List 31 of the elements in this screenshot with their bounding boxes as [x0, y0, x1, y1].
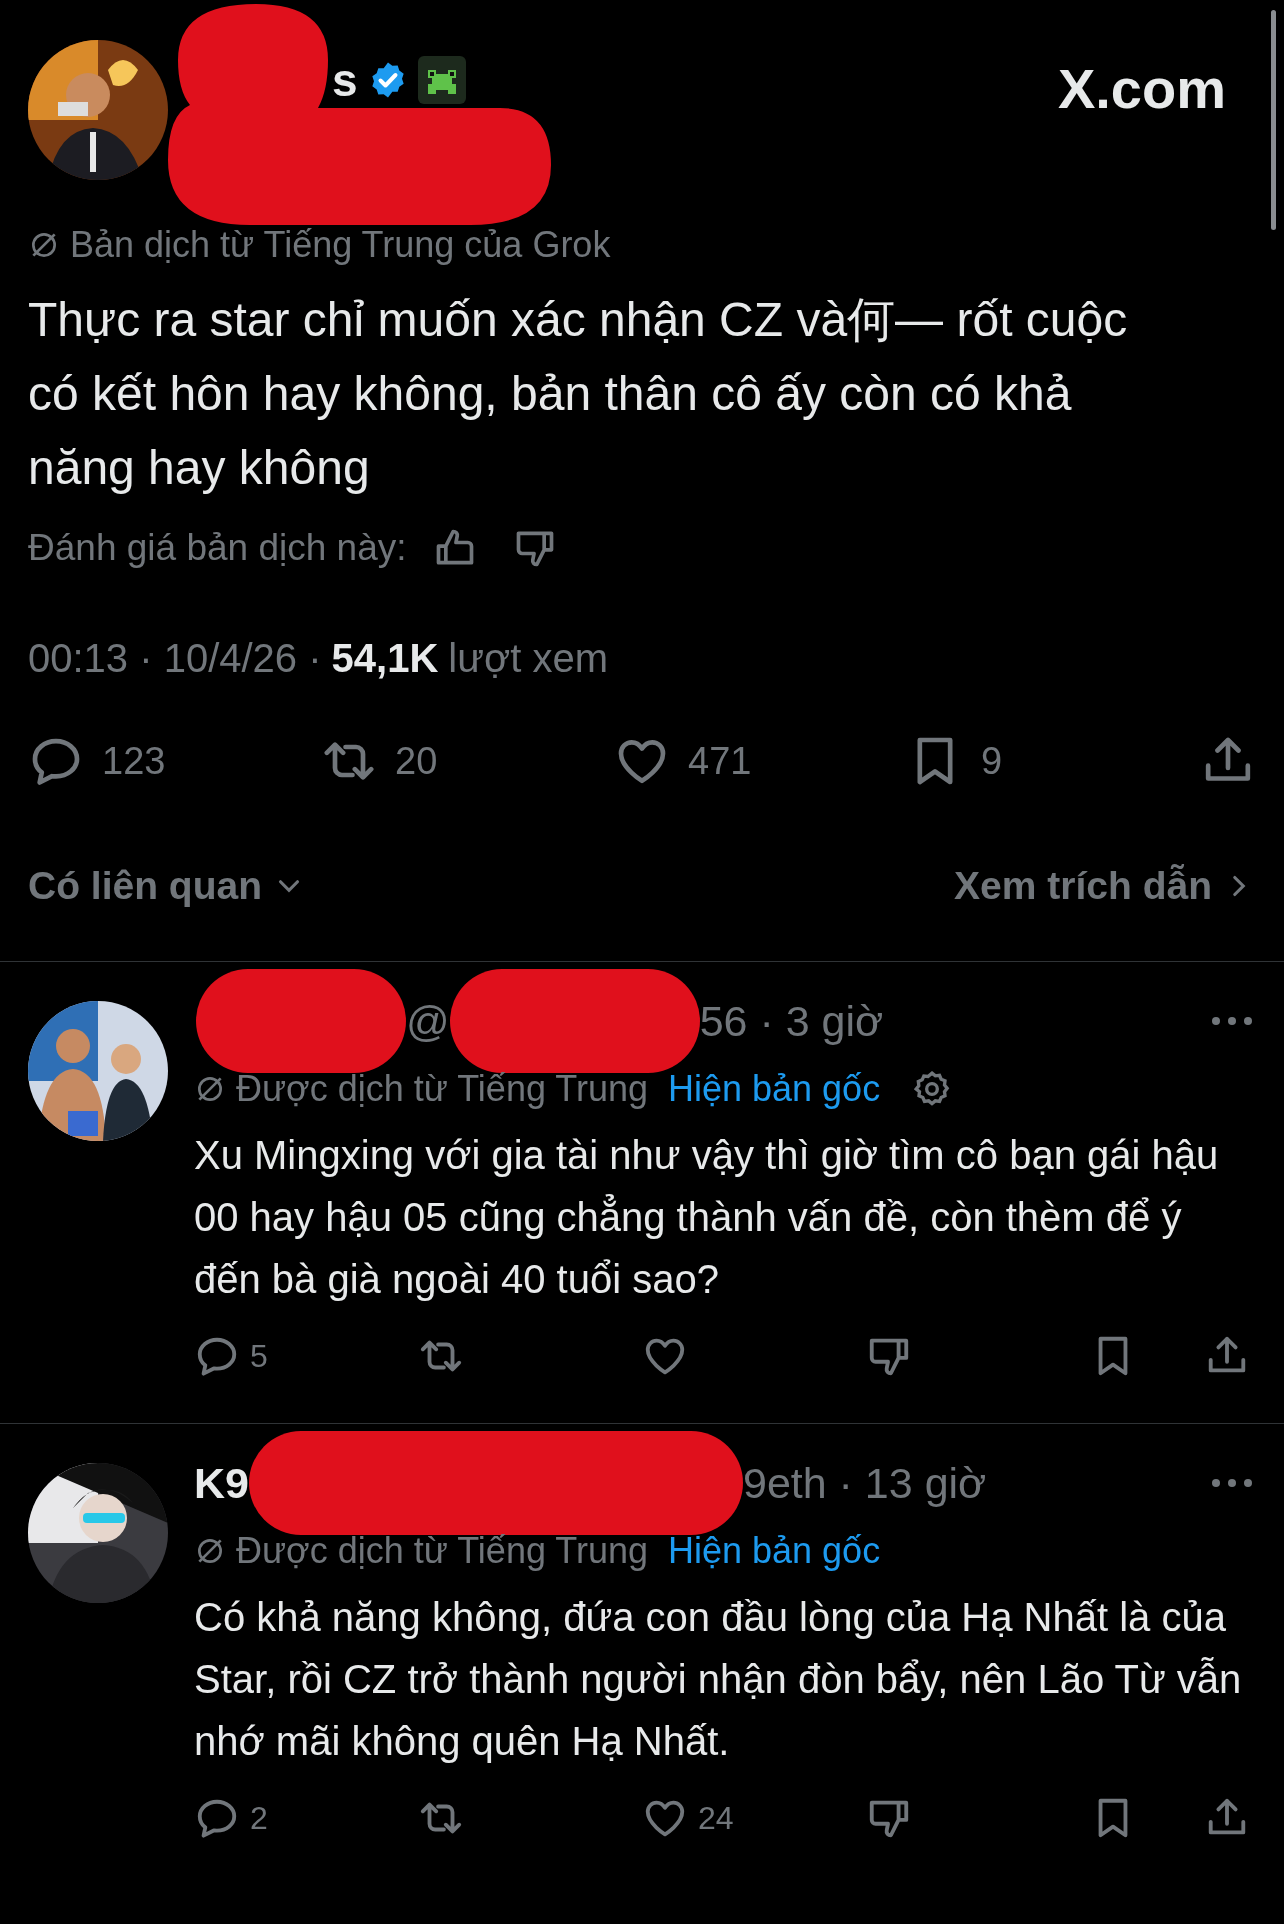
view-quotes-link[interactable]: Xem trích dẫn — [954, 864, 1212, 908]
reply-meta: 56 · 3 giờ — [699, 996, 884, 1046]
rate-translation-label: Đánh giá bản dịch này: — [28, 527, 407, 569]
action-count: 20 — [395, 739, 438, 783]
more-icon[interactable] — [1210, 1477, 1254, 1489]
reply-text: Có khả năng không, đứa con đầu lòng của Hạ Nhất là của Star, rồi CZ trở thành người nhận đòn bẩy, nên Lão Từ vẫn nhớ mãi không quên Hạ Nhất. — [194, 1594, 1243, 1765]
author-name: K9 — [194, 1458, 249, 1508]
action-count: 9 — [981, 739, 1003, 783]
reply-meta: 9eth · 13 giờ — [742, 1458, 987, 1508]
account-name: s — [332, 53, 358, 107]
translation-label: Được dịch từ Tiếng Trung — [236, 1530, 648, 1572]
action-count: 2 — [250, 1799, 268, 1837]
related-tab[interactable]: Có liên quan — [28, 864, 262, 908]
view-count: 54,1K — [331, 635, 439, 681]
handle-text: @ — [406, 996, 450, 1046]
show-original-link[interactable]: Hiện bản gốc — [668, 1530, 881, 1572]
post-text: Thực ra star chỉ muốn xác nhận CZ và何— rốt cuộc có kết hôn hay không, bản thân cô ấy còn có khả năng hay không — [28, 292, 1129, 496]
post-timestamp: 00:13 · 10/4/26 · — [28, 635, 322, 681]
action-count: 471 — [688, 739, 752, 783]
scrollbar[interactable] — [1271, 10, 1276, 230]
action-count: 24 — [698, 1799, 734, 1837]
views-label: lượt xem — [448, 635, 608, 681]
site-watermark-text: X.com — [1057, 56, 1226, 116]
action-count: 123 — [102, 739, 166, 783]
show-original-link[interactable]: Hiện bản gốc — [668, 1068, 881, 1110]
action-count: 5 — [250, 1337, 268, 1375]
reply-text: Xu Mingxing với gia tài như vậy thì giờ tìm cô bạn gái hậu 00 hay hậu 05 cũng chẳng thành vấn đề, còn thèm để ý đến bà già ngoài 40 tuổi sao? — [194, 1132, 1220, 1303]
frog-icon — [417, 56, 466, 104]
translation-label: Được dịch từ Tiếng Trung — [236, 1068, 648, 1110]
more-icon[interactable] — [1210, 1015, 1254, 1027]
translation-label: Bản dịch từ Tiếng Trung của Grok — [70, 224, 611, 266]
